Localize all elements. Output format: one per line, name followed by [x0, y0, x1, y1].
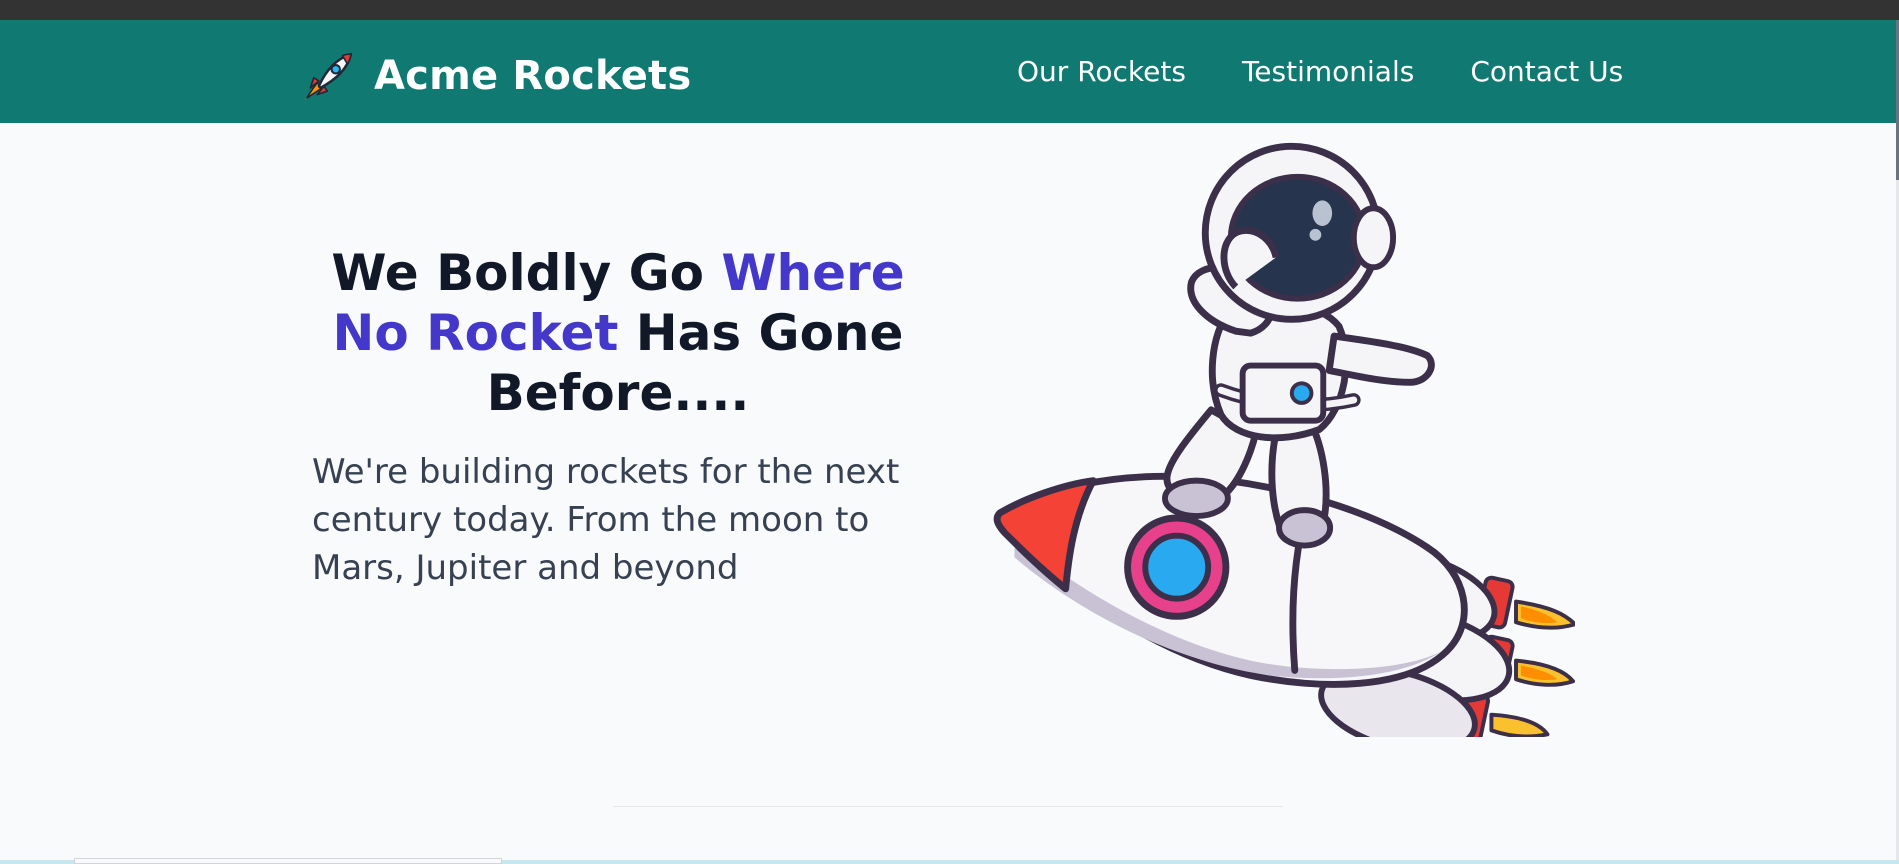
brand-logo-link[interactable]: Acme Rockets	[302, 49, 691, 103]
rocket-icon	[305, 52, 353, 100]
brand-name: Acme Rockets	[374, 53, 692, 99]
browser-top-bar	[0, 0, 1899, 20]
nav-link-our-rockets[interactable]: Our Rockets	[1017, 58, 1186, 86]
astronaut-rocket-illustration	[993, 142, 1575, 737]
nav-link-contact-us[interactable]: Contact Us	[1470, 58, 1623, 86]
next-section-card-edge	[74, 858, 502, 864]
main-nav: Our Rockets Testimonials Contact Us	[1017, 58, 1623, 86]
hero-title-part1: We Boldly Go	[331, 244, 722, 302]
hero-subtitle: We're building rockets for the next cent…	[312, 452, 900, 588]
section-divider	[613, 806, 1283, 807]
nav-link-testimonials[interactable]: Testimonials	[1242, 58, 1414, 86]
hero-title: We Boldly Go Where No Rocket Has Gone Be…	[314, 243, 922, 423]
